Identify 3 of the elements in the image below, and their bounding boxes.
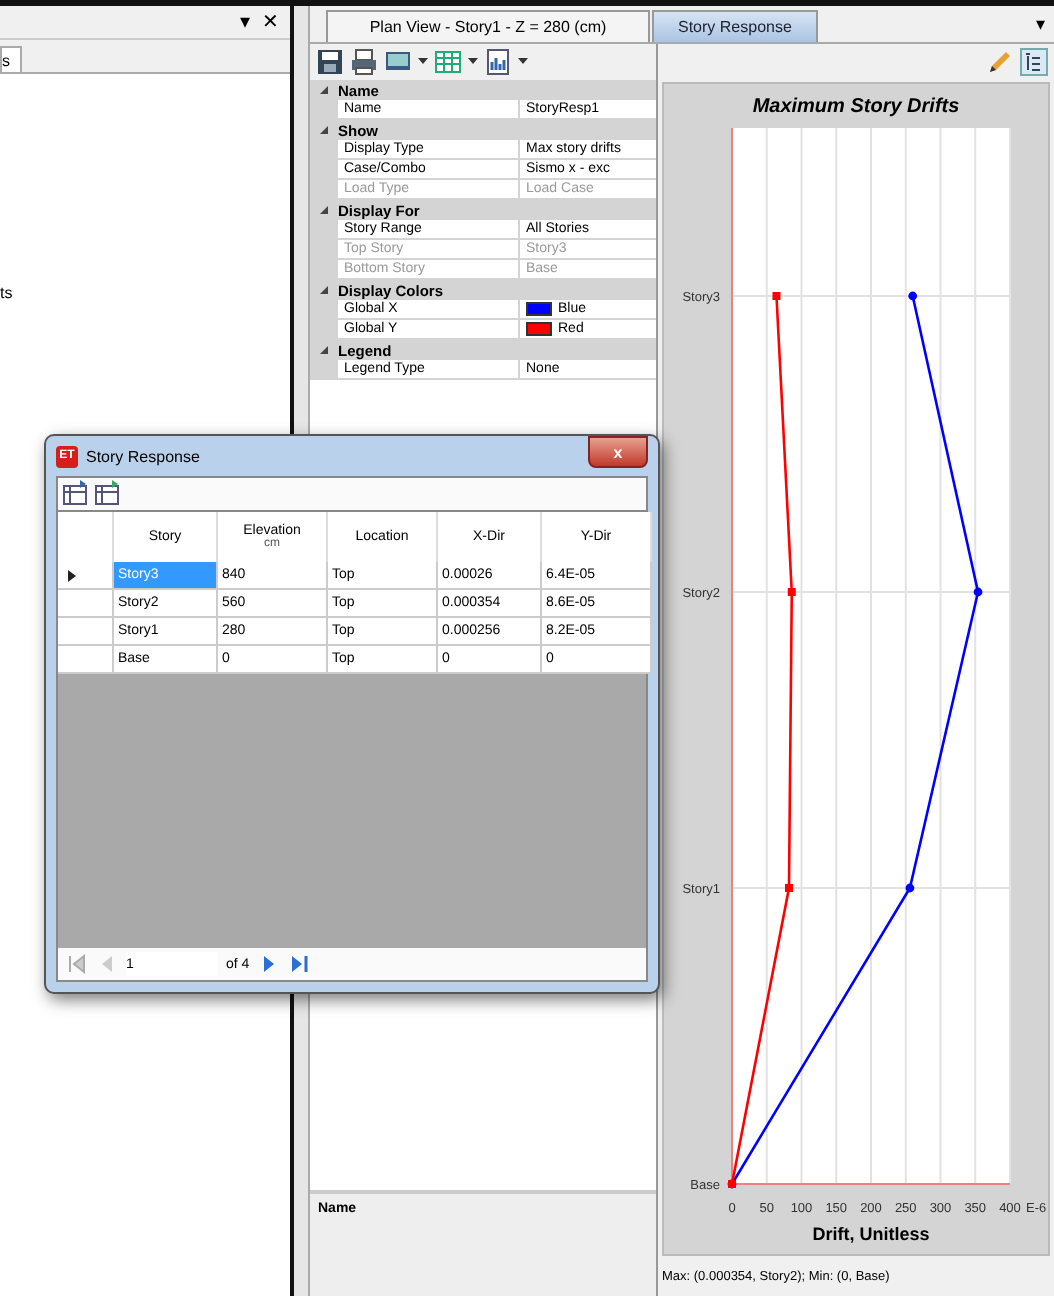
axis-title: Drift, Unitless [812,1224,930,1244]
dialog-title: Story Response [86,447,200,465]
chart-title: Maximum Story Drifts [752,96,960,118]
